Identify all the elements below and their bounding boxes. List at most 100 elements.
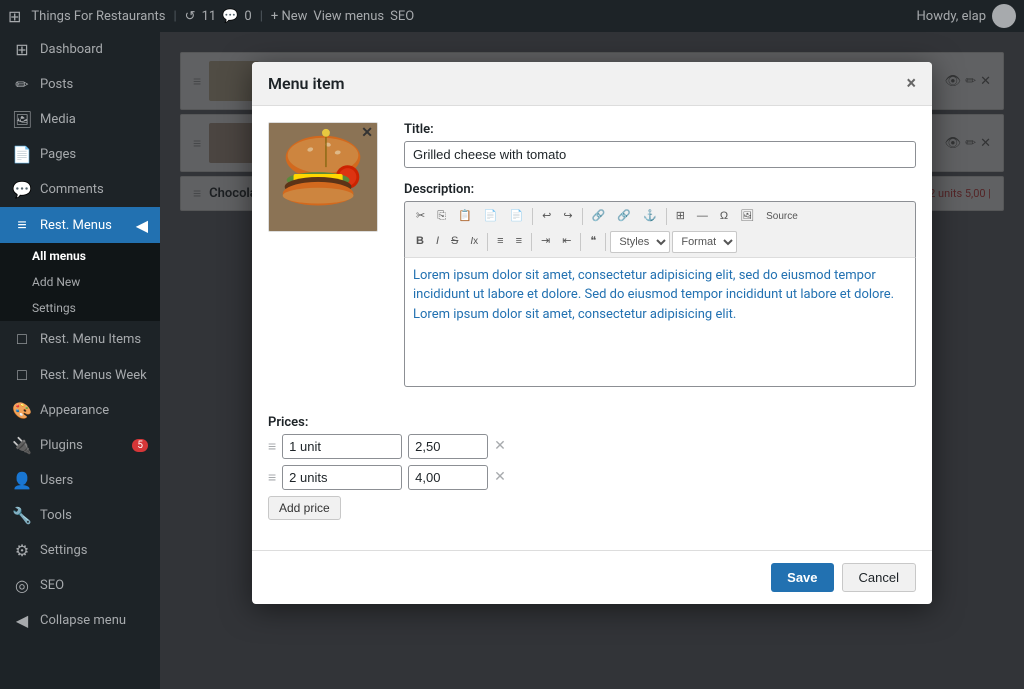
unlink-button[interactable]: 🔗 [612,206,636,227]
tools-icon: 🔧 [12,506,32,525]
image-button[interactable]: 🖼 [735,206,759,227]
undo-button[interactable]: ↩ [537,206,556,227]
image-remove-button[interactable]: ✕ [361,125,373,141]
sep2 [582,208,583,225]
sidebar-item-tools[interactable]: 🔧 Tools [0,498,160,533]
pages-icon: 📄 [12,145,32,164]
price-remove-button-1[interactable]: ✕ [494,438,506,454]
image-container[interactable]: ✕ [268,122,378,232]
sidebar-item-settings-main[interactable]: ⚙ Settings [0,533,160,568]
anchor-button[interactable]: ⚓ [638,206,662,227]
title-input[interactable] [404,141,916,168]
unordered-list-button[interactable]: ≡ [511,231,527,252]
sidebar-item-label: Comments [40,182,104,197]
comments-icon: 💬 [12,180,32,199]
bold-button[interactable]: B [411,231,429,252]
editor-content[interactable]: Lorem ipsum dolor sit amet, consectetur … [404,257,916,387]
sidebar-item-label: Media [40,112,76,127]
strikethrough-button[interactable]: S [446,231,463,252]
sidebar-item-all-menus[interactable]: All menus [0,243,160,269]
sep4 [487,233,488,250]
plugins-badge: 5 [132,439,148,452]
italic-button[interactable]: I [431,231,444,252]
view-menus-link[interactable]: View menus [313,9,384,24]
comments-icon: 💬 [222,9,238,24]
blockquote-button[interactable]: ❝ [585,231,601,252]
special-char-button[interactable]: Ω [715,206,733,227]
updates-count[interactable]: 11 [202,9,217,24]
add-new-label: Add New [32,275,80,289]
sidebar-item-label: Posts [40,77,73,92]
sidebar-item-label: Dashboard [40,42,103,57]
sidebar-item-rest-menus[interactable]: ≡ Rest. Menus ◀ [0,207,160,243]
sidebar: ⊞ Dashboard ✏ Posts 🖼 Media 📄 Pages 💬 Co… [0,32,160,689]
howdy-text: Howdy, elap [917,9,986,24]
price-drag-handle-icon: ≡ [268,438,276,455]
sidebar-item-label: Settings [40,543,87,558]
description-row: Description: ✂ ⎘ 📋 📄 📄 [404,182,916,387]
price-value-input-2[interactable] [408,465,488,490]
main-content: ≡ Lorem ipsum dolor sit amet, consectetu… [160,32,1024,689]
source-button[interactable]: Source [761,206,803,227]
sep3 [666,208,667,225]
hr-button[interactable]: — [692,206,713,227]
sidebar-item-users[interactable]: 👤 Users [0,463,160,498]
sidebar-item-add-new[interactable]: Add New [0,269,160,295]
sidebar-item-collapse[interactable]: ◀ Collapse menu [0,603,160,638]
title-row: Title: [404,122,916,168]
title-label: Title: [404,122,916,137]
sep: | [173,9,176,24]
add-price-button[interactable]: Add price [268,496,341,520]
sidebar-item-rest-menu-items[interactable]: □ Rest. Menu Items [0,321,160,357]
format-select[interactable]: Format [672,231,737,252]
sidebar-item-rest-menus-week[interactable]: □ Rest. Menus Week [0,357,160,393]
sidebar-item-pages[interactable]: 📄 Pages [0,137,160,172]
copy-button[interactable]: ⎘ [432,206,451,227]
cut-button[interactable]: ✂ [411,206,430,227]
redo-button[interactable]: ↪ [558,206,577,227]
sidebar-item-label: Pages [40,147,76,162]
sidebar-item-dashboard[interactable]: ⊞ Dashboard [0,32,160,67]
sidebar-item-appearance[interactable]: 🎨 Appearance [0,393,160,428]
sidebar-item-label: Collapse menu [40,613,126,628]
cancel-button[interactable]: Cancel [842,563,916,592]
removeformat-button[interactable]: Ix [465,231,483,252]
dashboard-icon: ⊞ [12,40,32,59]
modal-footer: Save Cancel [252,550,932,604]
sidebar-item-label: SEO [40,578,64,593]
ordered-list-button[interactable]: ≡ [492,231,508,252]
sidebar-item-posts[interactable]: ✏ Posts [0,67,160,102]
sidebar-item-settings[interactable]: Settings [0,295,160,321]
paste-text-button[interactable]: 📄 [479,206,503,227]
sidebar-item-media[interactable]: 🖼 Media [0,102,160,137]
description-label: Description: [404,182,916,197]
price-row-1: ≡ ✕ [268,434,916,459]
paste-button[interactable]: 📋 [453,206,477,227]
outdent-button[interactable]: ⇤ [557,231,576,252]
modal-overlay: Menu item × [160,32,1024,689]
styles-select[interactable]: Styles [610,231,670,252]
toolbar-row-1: ✂ ⎘ 📋 📄 📄 ↩ ↪ � [411,206,909,227]
table-button[interactable]: ⊞ [671,206,690,227]
seo-link[interactable]: SEO [390,9,414,24]
price-name-input-2[interactable] [282,465,402,490]
sidebar-item-seo[interactable]: ◎ SEO [0,568,160,603]
price-remove-button-2[interactable]: ✕ [494,469,506,485]
price-value-input-1[interactable] [408,434,488,459]
admin-bar: ⊞ Things For Restaurants | ↺ 11 💬 0 | + … [0,0,1024,32]
new-button[interactable]: + New [271,9,308,24]
paste-word-button[interactable]: 📄 [504,206,528,227]
price-name-input-1[interactable] [282,434,402,459]
prices-section: Prices: ≡ ✕ ≡ ✕ A [268,415,916,520]
seo-icon: ◎ [12,576,32,595]
modal-header: Menu item × [252,62,932,106]
link-button[interactable]: 🔗 [587,206,611,227]
indent-button[interactable]: ⇥ [536,231,555,252]
sidebar-item-comments[interactable]: 💬 Comments [0,172,160,207]
site-name[interactable]: Things For Restaurants [31,9,165,24]
save-button[interactable]: Save [771,563,833,592]
sep [532,208,533,225]
sidebar-item-plugins[interactable]: 🔌 Plugins 5 [0,428,160,463]
modal-close-button[interactable]: × [906,75,916,93]
updates-icon: ↺ [185,9,196,24]
